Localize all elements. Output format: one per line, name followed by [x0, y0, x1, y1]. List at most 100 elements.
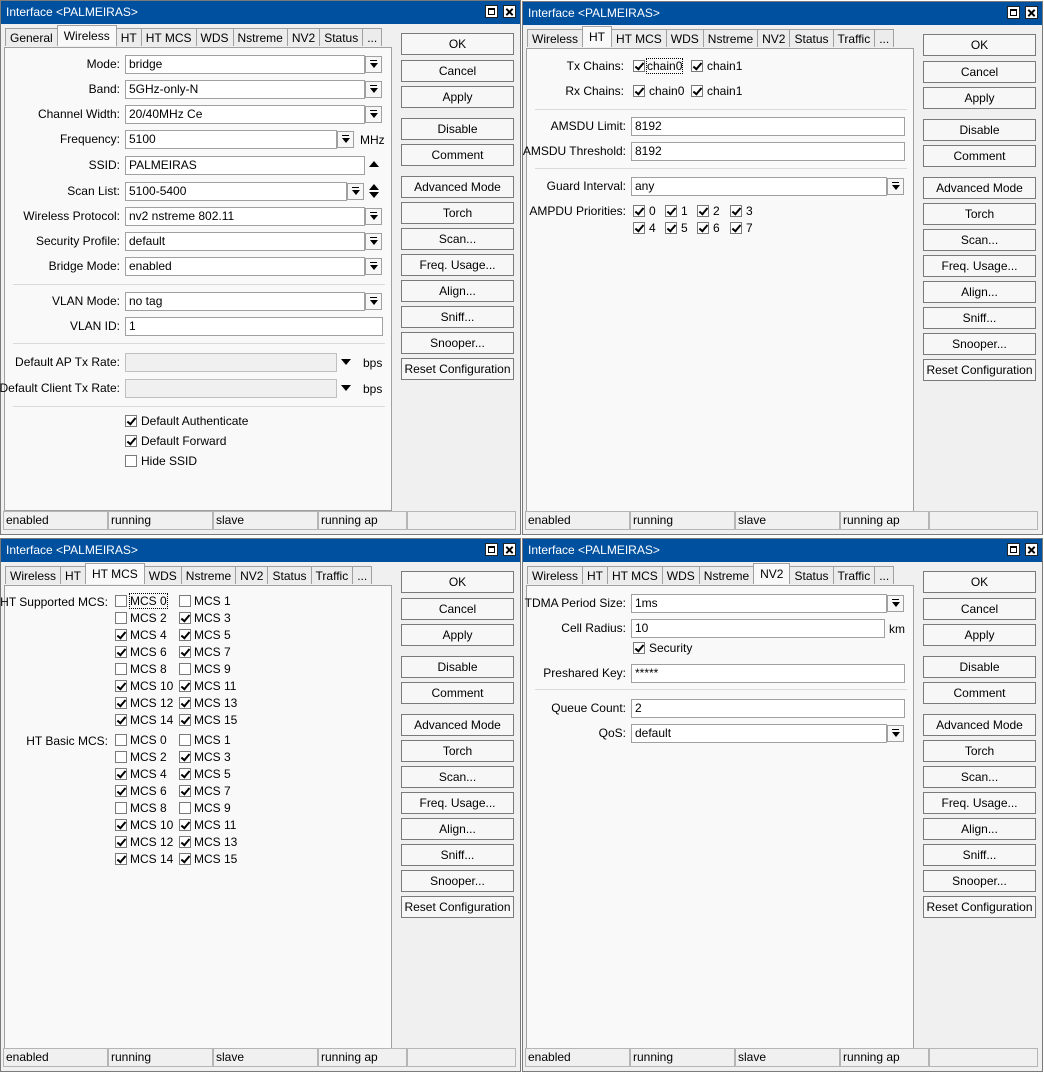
- freq-usage-button[interactable]: Freq. Usage...: [401, 254, 514, 276]
- scan-list-up-icon[interactable]: [369, 184, 379, 190]
- tab-wds[interactable]: WDS: [195, 28, 234, 46]
- ampdu-4-checkbox[interactable]: [633, 222, 645, 234]
- mcs-checkbox[interactable]: [115, 629, 127, 641]
- advanced-mode-button[interactable]: Advanced Mode: [401, 714, 514, 736]
- tab-nstreme[interactable]: Nstreme: [698, 566, 755, 584]
- vlan-mode-field[interactable]: no tag: [125, 292, 365, 311]
- tab-nstreme[interactable]: Nstreme: [232, 28, 288, 46]
- align-button[interactable]: Align...: [923, 281, 1036, 303]
- maximize-icon[interactable]: [1007, 6, 1020, 19]
- ap-tx-rate-dropdown-icon[interactable]: [341, 359, 351, 365]
- channel-width-field[interactable]: 20/40MHz Ce: [125, 105, 365, 124]
- band-field[interactable]: 5GHz-only-N: [125, 80, 365, 99]
- comment-button[interactable]: Comment: [401, 144, 514, 166]
- tab-wds[interactable]: WDS: [665, 29, 704, 47]
- cancel-button[interactable]: Cancel: [923, 61, 1036, 83]
- scan-button[interactable]: Scan...: [923, 229, 1036, 251]
- tab-ht-mcs[interactable]: HT MCS: [607, 566, 663, 584]
- tab-wireless[interactable]: Wireless: [527, 566, 584, 584]
- tab-nv2[interactable]: NV2: [235, 566, 269, 584]
- ssid-field[interactable]: PALMEIRAS: [125, 156, 365, 175]
- tdma-period-dropdown-icon[interactable]: [887, 595, 904, 612]
- sniff-button[interactable]: Sniff...: [401, 844, 514, 866]
- mcs-checkbox[interactable]: [115, 853, 127, 865]
- align-button[interactable]: Align...: [401, 818, 514, 840]
- mcs-checkbox[interactable]: [115, 680, 127, 692]
- cancel-button[interactable]: Cancel: [401, 598, 514, 620]
- comment-button[interactable]: Comment: [923, 145, 1036, 167]
- tab-more[interactable]: ...: [362, 28, 383, 46]
- freq-usage-button[interactable]: Freq. Usage...: [401, 792, 514, 814]
- mcs-checkbox[interactable]: [115, 819, 127, 831]
- ok-button[interactable]: OK: [401, 33, 514, 55]
- tab-traffic[interactable]: Traffic: [832, 566, 876, 584]
- maximize-icon[interactable]: [485, 5, 498, 18]
- mcs-checkbox[interactable]: [179, 734, 191, 746]
- mcs-checkbox[interactable]: [179, 751, 191, 763]
- snooper-button[interactable]: Snooper...: [923, 870, 1036, 892]
- scan-button[interactable]: Scan...: [401, 228, 514, 250]
- close-icon[interactable]: [1025, 6, 1038, 19]
- mcs-checkbox[interactable]: [179, 612, 191, 624]
- cell-radius-field[interactable]: 10: [631, 619, 885, 638]
- ampdu-0-checkbox[interactable]: [633, 205, 645, 217]
- tab-status[interactable]: Status: [319, 28, 364, 46]
- tab-status[interactable]: Status: [789, 29, 834, 47]
- reset-configuration-button[interactable]: Reset Configuration: [923, 896, 1036, 918]
- wireless-protocol-field[interactable]: nv2 nstreme 802.11: [125, 207, 365, 226]
- reset-configuration-button[interactable]: Reset Configuration: [923, 359, 1036, 381]
- channel-width-dropdown-icon[interactable]: [365, 106, 382, 123]
- mcs-checkbox[interactable]: [179, 595, 191, 607]
- close-icon[interactable]: [1025, 543, 1038, 556]
- guard-interval-dropdown-icon[interactable]: [887, 178, 904, 195]
- advanced-mode-button[interactable]: Advanced Mode: [923, 177, 1036, 199]
- rx-chain1-checkbox[interactable]: [691, 85, 703, 97]
- align-button[interactable]: Align...: [923, 818, 1036, 840]
- band-dropdown-icon[interactable]: [365, 81, 382, 98]
- tab-wds[interactable]: WDS: [661, 566, 700, 584]
- cancel-button[interactable]: Cancel: [401, 60, 514, 82]
- comment-button[interactable]: Comment: [401, 682, 514, 704]
- tdma-period-field[interactable]: 1ms: [631, 594, 887, 613]
- frequency-field[interactable]: 5100: [125, 130, 337, 149]
- qos-field[interactable]: default: [631, 724, 887, 743]
- ampdu-6-checkbox[interactable]: [697, 222, 709, 234]
- tab-ht-mcs[interactable]: HT MCS: [140, 28, 197, 46]
- mcs-checkbox[interactable]: [179, 646, 191, 658]
- ok-button[interactable]: OK: [923, 34, 1036, 56]
- disable-button[interactable]: Disable: [401, 118, 514, 140]
- torch-button[interactable]: Torch: [401, 740, 514, 762]
- amsdu-threshold-field[interactable]: 8192: [631, 142, 905, 161]
- guard-interval-field[interactable]: any: [631, 177, 887, 196]
- apply-button[interactable]: Apply: [401, 624, 514, 646]
- mcs-checkbox[interactable]: [115, 697, 127, 709]
- cancel-button[interactable]: Cancel: [923, 598, 1036, 620]
- mcs-checkbox[interactable]: [115, 836, 127, 848]
- tab-ht[interactable]: HT: [115, 28, 142, 46]
- mcs-checkbox[interactable]: [115, 646, 127, 658]
- mcs-checkbox[interactable]: [179, 853, 191, 865]
- ap-tx-rate-field[interactable]: [125, 353, 337, 372]
- wireless-protocol-dropdown-icon[interactable]: [365, 208, 382, 225]
- scan-list-down-icon[interactable]: [369, 192, 379, 198]
- mcs-checkbox[interactable]: [179, 836, 191, 848]
- mcs-checkbox[interactable]: [179, 663, 191, 675]
- rx-chain0-checkbox[interactable]: [633, 85, 645, 97]
- ampdu-2-checkbox[interactable]: [697, 205, 709, 217]
- mcs-checkbox[interactable]: [115, 663, 127, 675]
- default-authenticate-checkbox[interactable]: [125, 415, 137, 427]
- tab-ht[interactable]: HT: [582, 26, 613, 47]
- scan-button[interactable]: Scan...: [401, 766, 514, 788]
- mcs-checkbox[interactable]: [179, 680, 191, 692]
- bridge-mode-field[interactable]: enabled: [125, 257, 365, 276]
- mcs-checkbox[interactable]: [179, 629, 191, 641]
- qos-dropdown-icon[interactable]: [887, 725, 904, 742]
- security-profile-dropdown-icon[interactable]: [365, 233, 382, 250]
- security-checkbox[interactable]: [633, 642, 645, 654]
- mcs-checkbox[interactable]: [115, 612, 127, 624]
- default-forward-checkbox[interactable]: [125, 435, 137, 447]
- mcs-checkbox[interactable]: [115, 768, 127, 780]
- sniff-button[interactable]: Sniff...: [401, 306, 514, 328]
- tab-nstreme[interactable]: Nstreme: [180, 566, 237, 584]
- mcs-checkbox[interactable]: [179, 768, 191, 780]
